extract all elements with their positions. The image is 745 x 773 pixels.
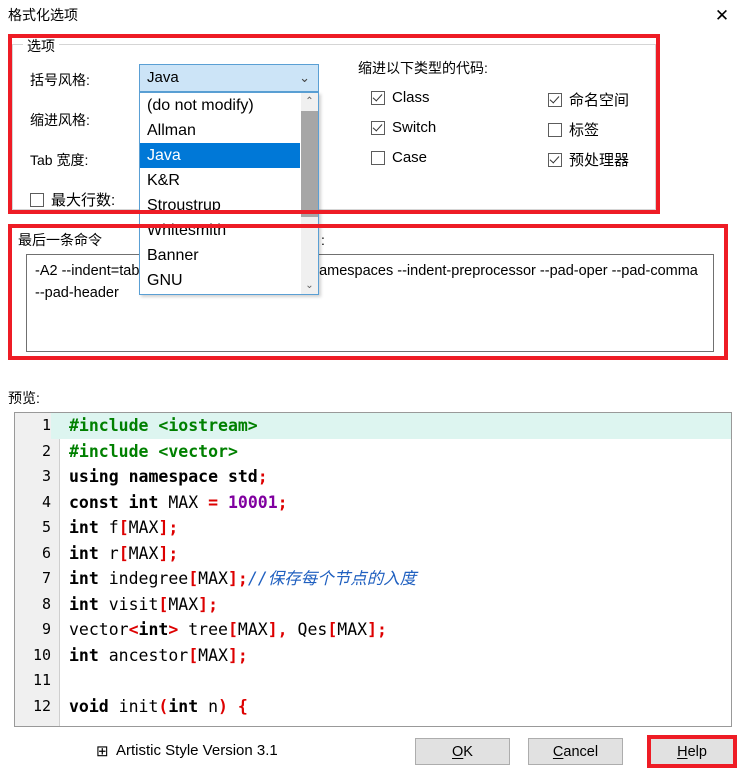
line-number: 3	[41, 467, 51, 485]
indent-checkbox-label: Switch	[392, 119, 437, 136]
indent-checkbox[interactable]	[371, 90, 385, 105]
indent-checkbox-row[interactable]: Class	[371, 89, 430, 106]
chevron-down-icon: ⌄	[299, 70, 310, 85]
scroll-down-icon[interactable]: ⌄	[301, 277, 318, 294]
indent-checkbox[interactable]	[548, 152, 562, 167]
dropdown-option[interactable]: Stroustrup	[140, 193, 302, 218]
line-number: 7	[41, 569, 51, 587]
indent-checkbox-label: 命名空间	[569, 92, 630, 109]
help-button[interactable]: Help	[650, 738, 734, 765]
brace-style-dropdown-list[interactable]: (do not modify) Allman Java K&R Stroustrup Wh…	[139, 92, 319, 295]
brace-style-label: 括号风格:	[30, 72, 90, 88]
max-lines-label: 最大行数:	[51, 192, 116, 209]
cancel-button[interactable]: Cancel	[528, 738, 623, 765]
line-number: 5	[41, 518, 51, 536]
code-text: int f[MAX];	[69, 518, 179, 537]
dropdown-option[interactable]: (do not modify)	[140, 93, 302, 118]
code-text: const int MAX = 10001;	[69, 492, 288, 512]
ok-button[interactable]: OK	[415, 738, 510, 765]
code-line: 5 int f[MAX];	[15, 515, 731, 541]
code-text: int indegree[MAX];//保存每个节点的入度	[69, 569, 417, 588]
code-text: using namespace std;	[69, 467, 268, 486]
max-lines-checkbox-row[interactable]: 最大行数:	[30, 189, 115, 210]
options-groupbox-legend: 选项	[23, 36, 59, 56]
dropdown-option[interactable]: Whitesmith	[140, 218, 302, 243]
last-command-text: -A2 --indent=tab --indent-switches --ind…	[35, 263, 698, 301]
code-line: 8 int visit[MAX];	[15, 592, 731, 618]
indent-style-label: 缩进风格:	[30, 112, 90, 128]
line-number: 11	[32, 671, 51, 689]
scrollbar-thumb[interactable]	[301, 111, 318, 217]
code-line: 2 #include <vector>	[15, 439, 731, 465]
code-lines: 1 #include <iostream> 2 #include <vector> 3 u…	[15, 413, 731, 726]
code-text: int visit[MAX];	[69, 594, 219, 614]
last-command-textbox[interactable]: -A2 --indent=tab --indent-switches --ind…	[26, 254, 714, 352]
code-text: void init(int n) {	[69, 696, 248, 716]
dropdown-option[interactable]: Allman	[140, 118, 302, 143]
version-text: Artistic Style Version 3.1	[116, 742, 278, 759]
indent-checkbox[interactable]	[371, 150, 385, 165]
line-number: 8	[41, 594, 51, 613]
indent-checkbox-row[interactable]: Case	[371, 149, 427, 166]
code-text: int r[MAX];	[69, 543, 179, 563]
code-line: 12 void init(int n) {	[15, 694, 731, 720]
line-number: 9	[41, 620, 51, 638]
indent-checkbox[interactable]	[548, 92, 562, 107]
max-lines-checkbox[interactable]	[30, 192, 44, 207]
code-line: 9 vector<int> tree[MAX], Qes[MAX];	[15, 617, 731, 643]
code-line: 4 const int MAX = 10001;	[15, 490, 731, 516]
code-line: 6 int r[MAX];	[15, 541, 731, 567]
brace-style-selected-value: Java	[147, 69, 179, 86]
code-preview-area[interactable]: 1 #include <iostream> 2 #include <vector> 3 u…	[14, 412, 732, 727]
dialog-root: 格式化选项 ✕ 选项 括号风格: 缩进风格: Tab 宽度: 最大行数: Jav…	[0, 0, 745, 773]
dialog-title: 格式化选项	[8, 7, 78, 23]
line-number: 10	[32, 645, 51, 664]
brace-style-combobox[interactable]: Java ⌄	[139, 64, 319, 92]
indent-checkbox-row[interactable]: Switch	[371, 119, 436, 136]
code-text: int ancestor[MAX];	[69, 645, 248, 665]
indent-checkbox-row[interactable]: 预处理器	[548, 149, 629, 170]
indent-checkbox-row[interactable]: 命名空间	[548, 89, 629, 110]
close-icon[interactable]: ✕	[707, 2, 737, 28]
dropdown-option[interactable]: GNU	[140, 268, 302, 293]
indent-checkbox-label: 预处理器	[569, 152, 630, 169]
line-number: 4	[41, 492, 51, 511]
line-number: 12	[32, 696, 51, 715]
last-command-label-left: 最后一条命令	[18, 232, 102, 248]
indent-panel-title: 缩进以下类型的代码:	[358, 60, 488, 76]
indent-checkbox-label: Class	[392, 89, 430, 106]
line-number: 6	[41, 543, 51, 562]
code-text: #include <vector>	[69, 441, 238, 461]
code-text: #include <iostream>	[69, 416, 258, 435]
code-line: 7 int indegree[MAX];//保存每个节点的入度	[15, 566, 731, 592]
tab-width-label: Tab 宽度:	[30, 152, 89, 168]
dropdown-option[interactable]: Java	[140, 143, 302, 168]
code-line: 11	[15, 668, 731, 694]
code-text: vector<int> tree[MAX], Qes[MAX];	[69, 620, 387, 639]
dropdown-scrollbar[interactable]: ⌃ ⌄	[300, 93, 318, 294]
dropdown-option[interactable]: Banner	[140, 243, 302, 268]
title-bar: 格式化选项 ✕	[0, 0, 745, 30]
indent-checkbox-label: 标签	[569, 122, 600, 139]
dropdown-option[interactable]: K&R	[140, 168, 302, 193]
indent-checkbox[interactable]	[371, 120, 385, 135]
preview-label: 预览:	[8, 390, 40, 406]
indent-checkbox-row[interactable]: 标签	[548, 119, 599, 140]
indent-checkbox-label: Case	[392, 149, 428, 166]
code-line: 10 int ancestor[MAX];	[15, 643, 731, 669]
line-number: 1	[15, 413, 51, 439]
code-line: 3 using namespace std;	[15, 464, 731, 490]
application-icon: ⊞	[96, 743, 109, 760]
line-number: 2	[41, 441, 51, 460]
code-line: 1 #include <iostream>	[15, 413, 731, 439]
scroll-up-icon[interactable]: ⌃	[301, 93, 318, 110]
indent-checkbox[interactable]	[548, 122, 562, 137]
